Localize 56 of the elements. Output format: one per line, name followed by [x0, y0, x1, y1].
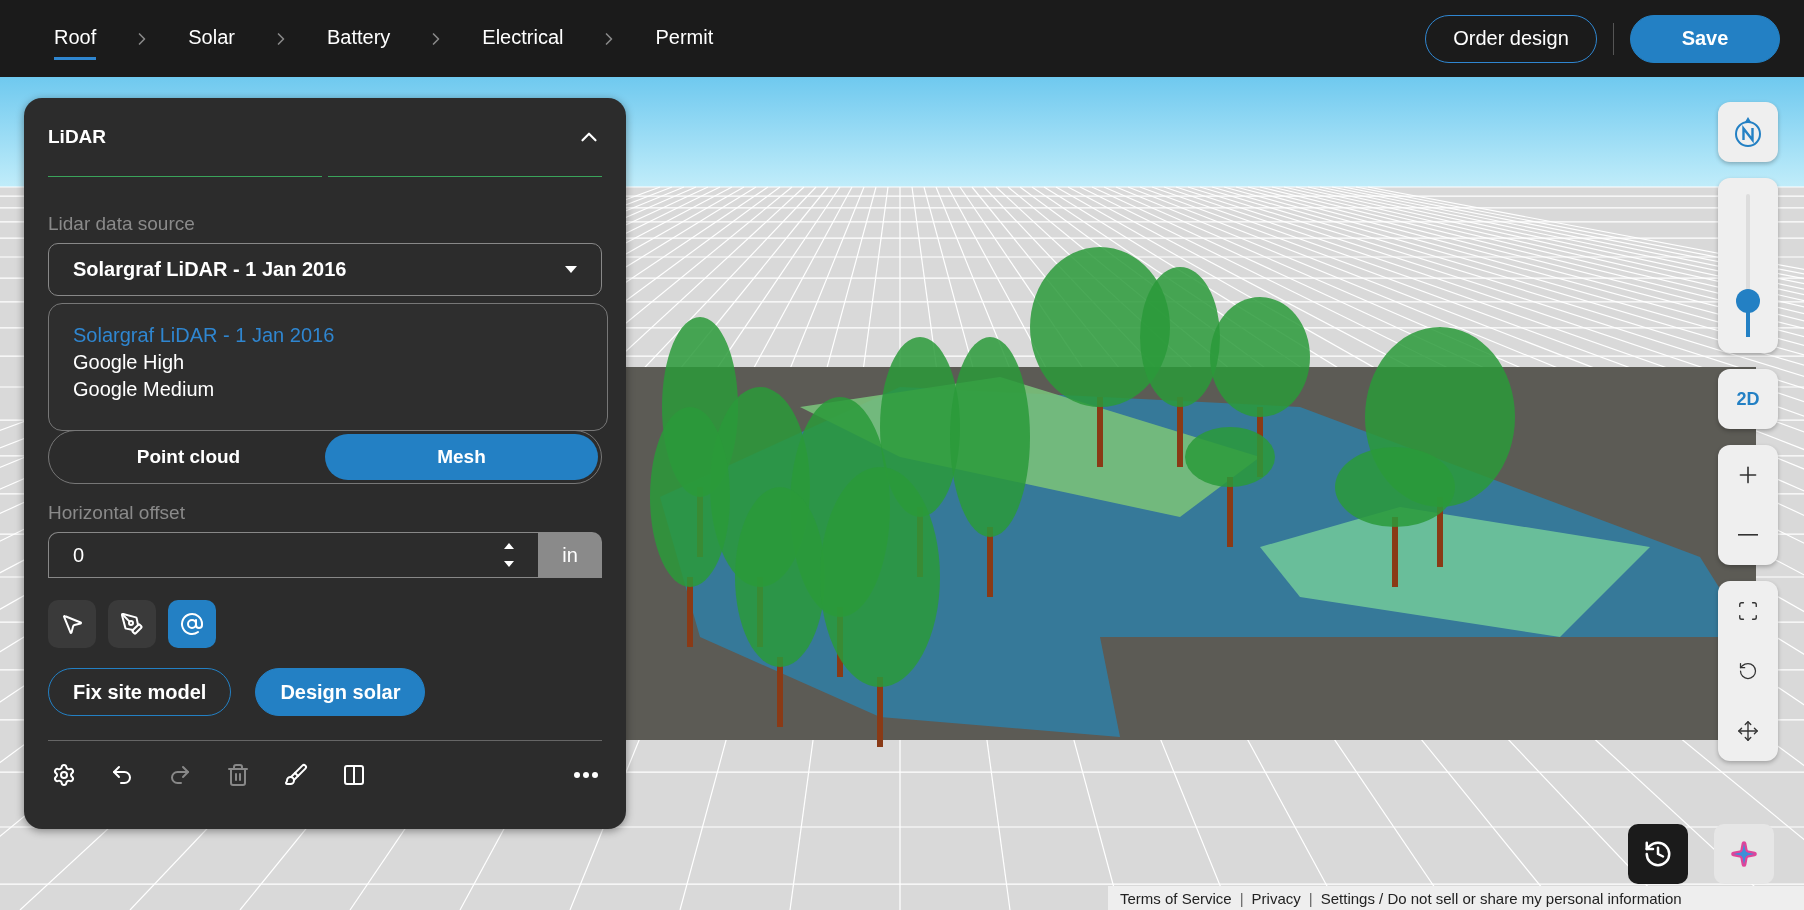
- tool-button[interactable]: [48, 600, 96, 648]
- unit-label: in: [538, 532, 602, 578]
- move-icon: [1737, 720, 1759, 742]
- step-tab[interactable]: Solar: [188, 17, 235, 60]
- footer-link[interactable]: Terms of Service: [1120, 889, 1232, 907]
- frame-icon: [1737, 600, 1759, 622]
- field-label: Horizontal offset: [48, 502, 186, 524]
- step-tab[interactable]: Permit: [655, 17, 714, 60]
- offset-field[interactable]: 0: [48, 532, 538, 578]
- step-tab[interactable]: Roof: [54, 17, 97, 60]
- minus-icon: [1738, 534, 1758, 536]
- brush-icon: [284, 763, 308, 787]
- pen-icon: [120, 612, 144, 636]
- menu-item[interactable]: Solargraf LiDAR - 1 Jan 2016: [73, 324, 583, 347]
- toolbar-button[interactable]: [342, 763, 366, 787]
- caret-icon: [565, 266, 577, 273]
- panel-title: LiDAR: [48, 126, 107, 148]
- trash-icon: [226, 763, 250, 787]
- settings-icon: [52, 763, 76, 787]
- compass-icon: [1733, 116, 1763, 148]
- rotate-icon: [1738, 661, 1758, 681]
- more-icon: [574, 772, 598, 778]
- undo-icon: [110, 763, 134, 787]
- toggle-option[interactable]: Mesh: [325, 434, 598, 480]
- view-mode-button[interactable]: 2D: [1718, 369, 1778, 429]
- footer-link[interactable]: Settings / Do not sell or share my personal information: [1320, 889, 1682, 907]
- save-button[interactable]: Save: [1630, 14, 1780, 63]
- toolbar-button[interactable]: [574, 772, 598, 778]
- assistant-button[interactable]: [1714, 824, 1774, 884]
- toolbar-button[interactable]: [284, 763, 308, 787]
- field-label: Lidar data source: [48, 213, 196, 235]
- menu-item[interactable]: Google Medium: [73, 378, 583, 401]
- columns-icon: [342, 763, 366, 787]
- toggle-option[interactable]: Point cloud: [52, 434, 325, 480]
- step-tab[interactable]: Battery: [326, 17, 391, 60]
- compass-button[interactable]: [1718, 102, 1778, 162]
- tool-button[interactable]: [108, 600, 156, 648]
- tool-button[interactable]: [168, 600, 216, 648]
- history-button[interactable]: [1628, 824, 1688, 884]
- separator: |: [1239, 889, 1244, 907]
- toolbar-button[interactable]: [110, 763, 134, 787]
- sparkle-icon: [1730, 840, 1758, 868]
- history-icon: [1643, 839, 1673, 869]
- at-sign-icon: [180, 612, 204, 636]
- footer-link[interactable]: Privacy: [1251, 889, 1301, 907]
- toolbar-button[interactable]: [52, 763, 76, 787]
- slider-thumb[interactable]: [1736, 289, 1760, 314]
- step-tab[interactable]: Electrical: [482, 17, 564, 60]
- tilt-slider[interactable]: [1718, 178, 1778, 353]
- spinner-icon: [504, 543, 514, 567]
- separator: |: [1308, 889, 1313, 907]
- design-button[interactable]: Design solar: [255, 668, 426, 716]
- pointer-icon: [60, 612, 84, 636]
- redo-icon: [168, 763, 192, 787]
- source-select[interactable]: Solargraf LiDAR - 1 Jan 2016: [48, 243, 602, 296]
- menu-item[interactable]: Google High: [73, 351, 583, 374]
